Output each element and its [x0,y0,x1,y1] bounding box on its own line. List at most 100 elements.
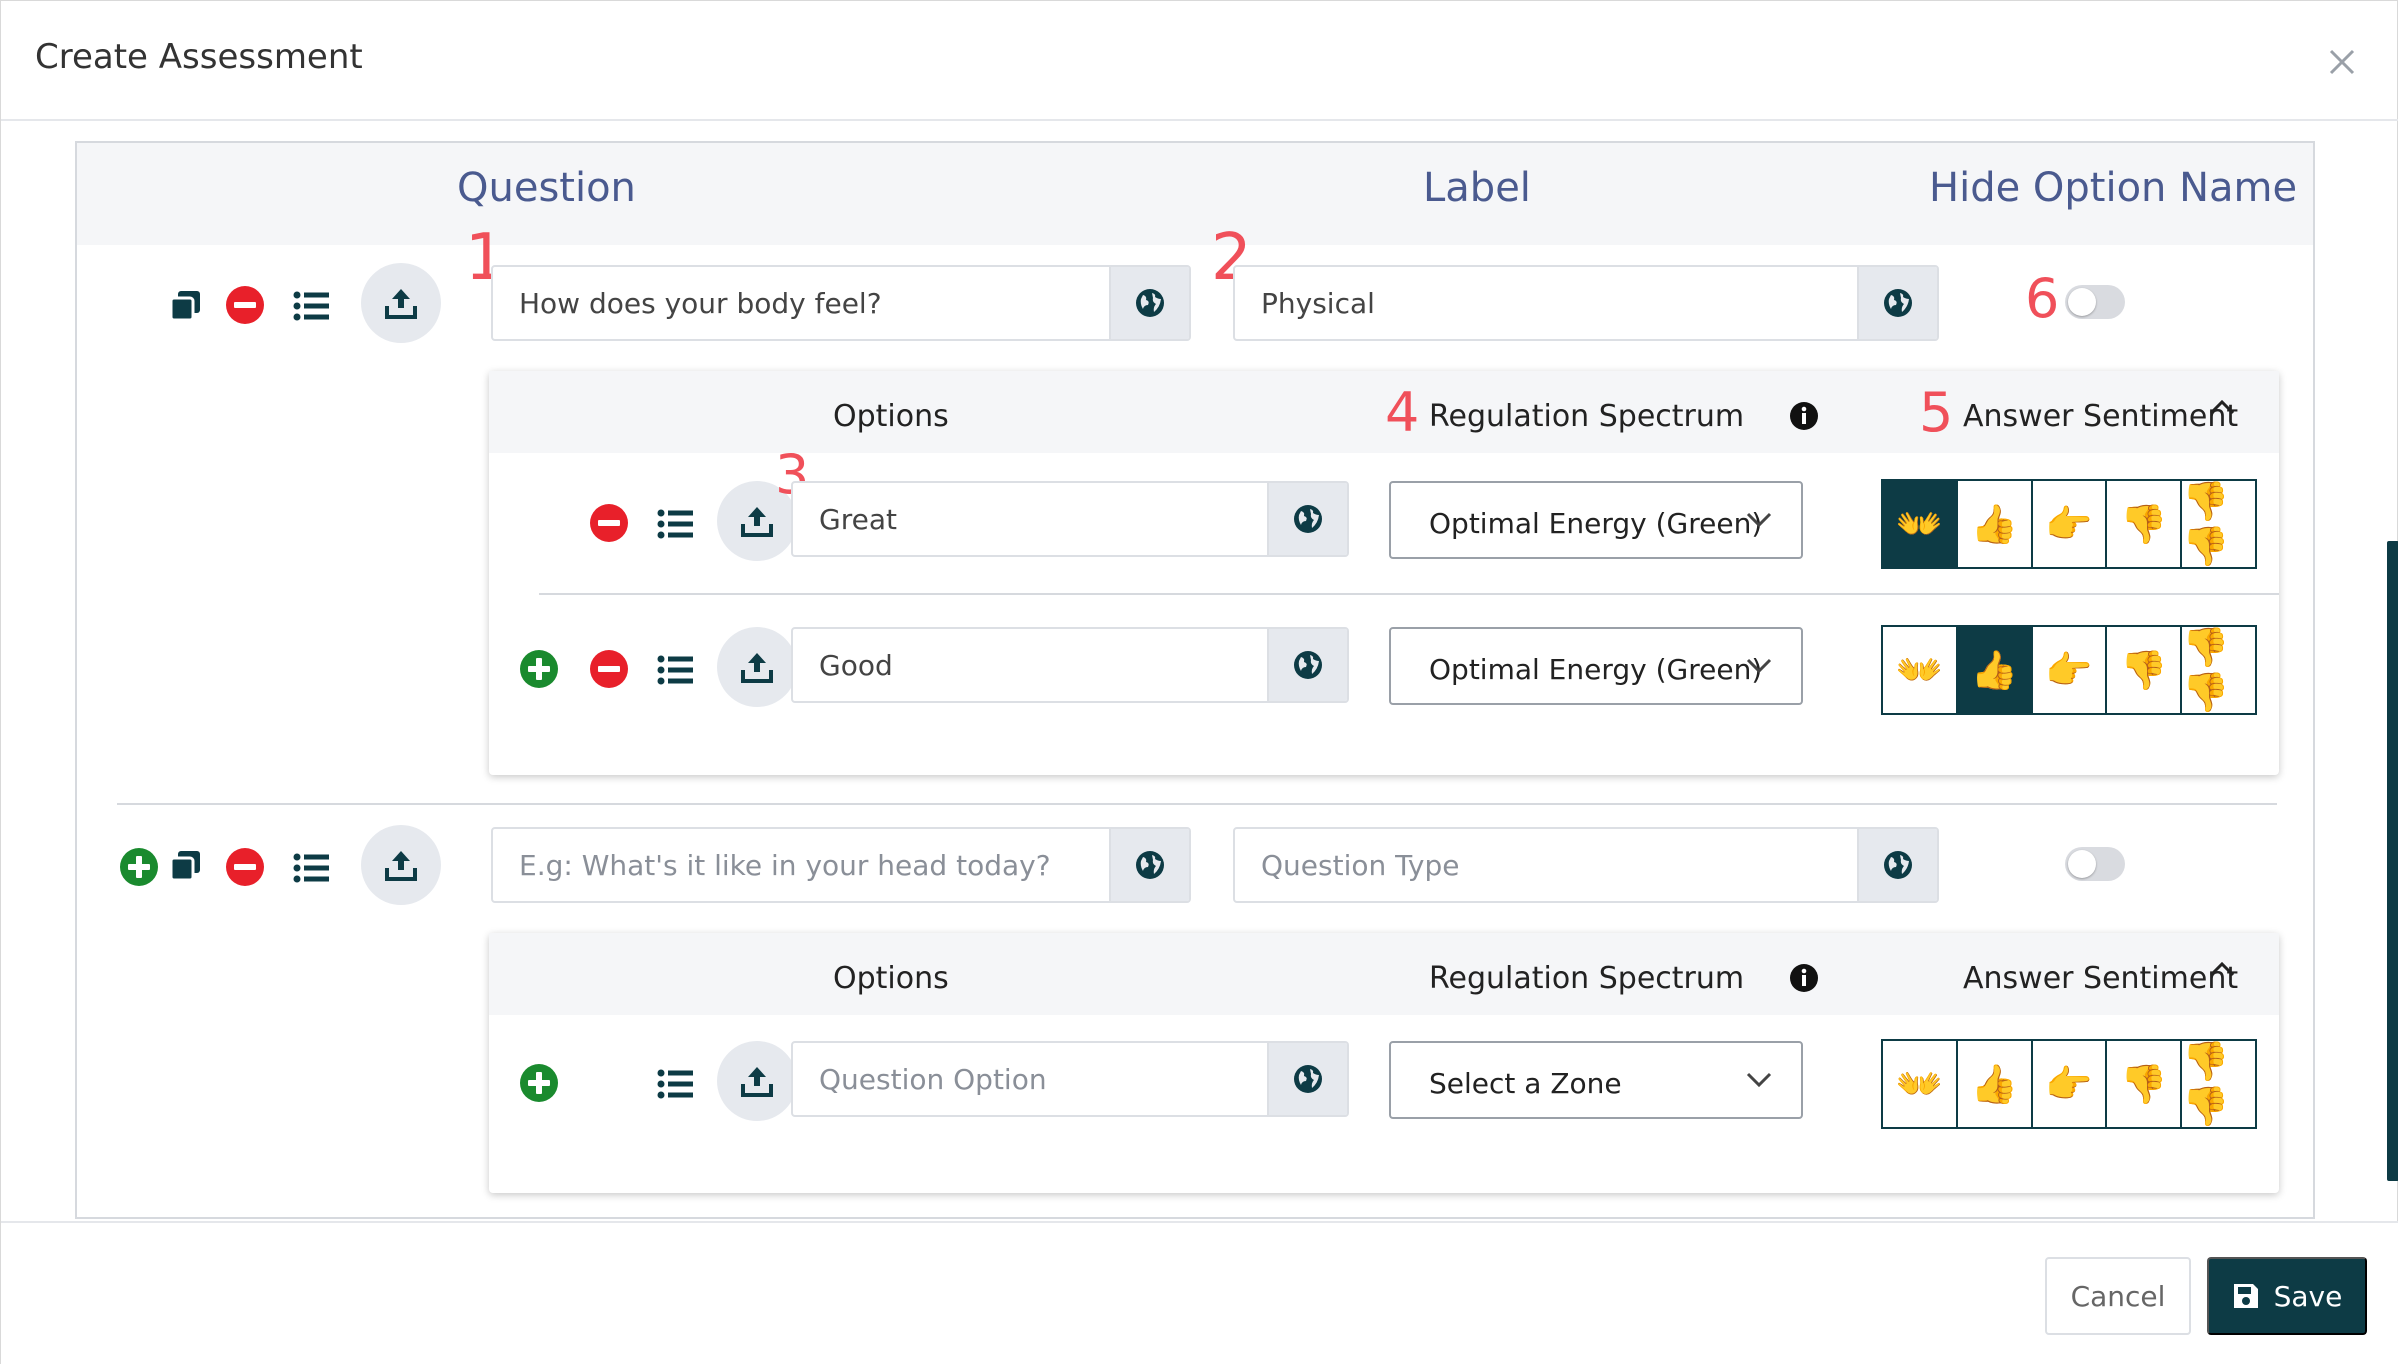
hide-option-name-column-title: Hide Option Name [1929,165,2298,211]
question-input[interactable] [493,267,1109,339]
label-input[interactable] [1235,829,1857,901]
answer-sentiment-column-title: Answer Sentiment [1963,399,2239,434]
globe-icon [1294,651,1322,679]
add-option-icon[interactable] [519,1063,559,1103]
close-icon[interactable] [2325,45,2359,79]
question-input[interactable] [493,829,1109,901]
zone-select-value: Select a Zone [1429,1067,1622,1100]
list-icon[interactable] [657,1069,693,1099]
answer-sentiment-column-title: Answer Sentiment [1963,961,2239,996]
save-button-label: Save [2273,1279,2343,1313]
cancel-button[interactable]: Cancel [2045,1257,2191,1335]
sentiment-negative[interactable]: 👎 [2107,627,2183,713]
save-button[interactable]: Save [2207,1257,2367,1335]
modal-title: Create Assessment [35,37,363,77]
answer-sentiment-selector: 👐 👍 👉 👎 👎👎 [1881,625,2257,715]
sentiment-neutral[interactable]: 👉 [2032,481,2108,567]
options-card-header: Options Regulation Spectrum Answer Senti… [489,933,2279,1015]
globe-icon [1884,851,1912,879]
info-icon[interactable] [1789,401,1819,431]
hide-option-name-toggle[interactable] [2065,285,2125,319]
upload-option-image-button[interactable] [717,627,797,707]
list-icon[interactable] [657,509,693,539]
chevron-up-icon[interactable] [2207,959,2237,979]
remove-option-icon[interactable] [589,649,629,689]
sentiment-neutral[interactable]: 👉 [2032,1041,2108,1127]
sentiment-very-positive[interactable]: 👐 [1883,1041,1958,1127]
upload-icon [385,289,417,319]
upload-option-image-button[interactable] [717,1041,797,1121]
answer-sentiment-selector: 👐 👍 👉 👎 👎👎 [1881,1039,2257,1129]
sentiment-very-positive[interactable]: 👐 [1883,481,1958,567]
sentiment-negative[interactable]: 👎 [2107,481,2183,567]
sentiment-very-negative[interactable]: 👎👎 [2182,1039,2255,1128]
info-icon[interactable] [1789,963,1819,993]
options-card-header: Options 4 Regulation Spectrum 5 Answer S… [489,371,2279,453]
list-icon[interactable] [657,655,693,685]
label-input-group [1233,265,1939,341]
question-input-group [491,827,1191,903]
chevron-down-icon [1746,658,1772,674]
options-column-title: Options [833,961,949,996]
upload-button[interactable] [361,825,441,905]
translate-button[interactable] [1267,483,1347,555]
chevron-up-icon[interactable] [2207,397,2237,417]
translate-button[interactable] [1267,629,1347,701]
sentiment-positive[interactable]: 👍 [1957,1041,2033,1127]
upload-button[interactable] [361,263,441,343]
regulation-spectrum-column-title: Regulation Spectrum [1429,399,1745,434]
translate-button[interactable] [1857,267,1937,339]
globe-icon [1136,851,1164,879]
sentiment-very-negative[interactable]: 👎👎 [2182,479,2255,568]
remove-question-icon[interactable] [225,285,265,325]
panel-header: Question Label Hide Option Name [77,143,2313,245]
zone-select[interactable]: Optimal Energy (Green) [1389,627,1803,705]
modal-header: Create Assessment [1,1,2398,121]
scrollbar[interactable] [2387,541,2398,1181]
annotation-4: 4 [1385,381,1420,444]
option-input[interactable] [793,483,1267,555]
list-icon[interactable] [293,291,329,321]
translate-button[interactable] [1109,829,1189,901]
sentiment-very-negative[interactable]: 👎👎 [2182,625,2255,714]
globe-icon [1884,289,1912,317]
question-divider [117,803,2277,805]
chevron-down-icon [1746,1072,1772,1088]
regulation-spectrum-column-title: Regulation Spectrum [1429,961,1745,996]
options-column-title: Options [833,399,949,434]
create-assessment-modal: Create Assessment Question Label Hide Op… [0,0,2398,1365]
questions-panel: Question Label Hide Option Name 1 How do… [75,141,2315,1219]
hide-option-name-toggle[interactable] [2065,847,2125,881]
globe-icon [1136,289,1164,317]
translate-button[interactable] [1857,829,1937,901]
sentiment-neutral[interactable]: 👉 [2032,627,2108,713]
list-icon[interactable] [293,853,329,883]
upload-icon [741,1067,773,1097]
upload-icon [385,851,417,881]
add-question-icon[interactable] [119,847,159,887]
zone-select[interactable]: Select a Zone [1389,1041,1803,1119]
option-input[interactable] [793,1043,1267,1115]
translate-button[interactable] [1267,1043,1347,1115]
label-input[interactable] [1235,267,1857,339]
sentiment-positive[interactable]: 👍 [1957,627,2033,713]
annotation-5: 5 [1919,381,1954,444]
answer-sentiment-selector: 👐 👍 👉 👎 👎👎 [1881,479,2257,569]
modal-footer: Cancel Save [1,1221,2398,1365]
label-input-group [1233,827,1939,903]
upload-icon [741,507,773,537]
zone-select-value: Optimal Energy (Green) [1429,653,1763,686]
zone-select[interactable]: Optimal Energy (Green) [1389,481,1803,559]
remove-question-icon[interactable] [225,847,265,887]
sentiment-positive[interactable]: 👍 [1957,481,2033,567]
sentiment-negative[interactable]: 👎 [2107,1041,2183,1127]
annotation-6: 6 [2025,267,2060,330]
add-option-icon[interactable] [519,649,559,689]
options-card: Options Regulation Spectrum Answer Senti… [489,933,2279,1193]
translate-button[interactable] [1109,267,1189,339]
remove-option-icon[interactable] [589,503,629,543]
sentiment-very-positive[interactable]: 👐 [1883,627,1958,713]
option-input[interactable] [793,629,1267,701]
copy-icon[interactable] [169,849,203,883]
copy-icon[interactable] [169,289,203,323]
